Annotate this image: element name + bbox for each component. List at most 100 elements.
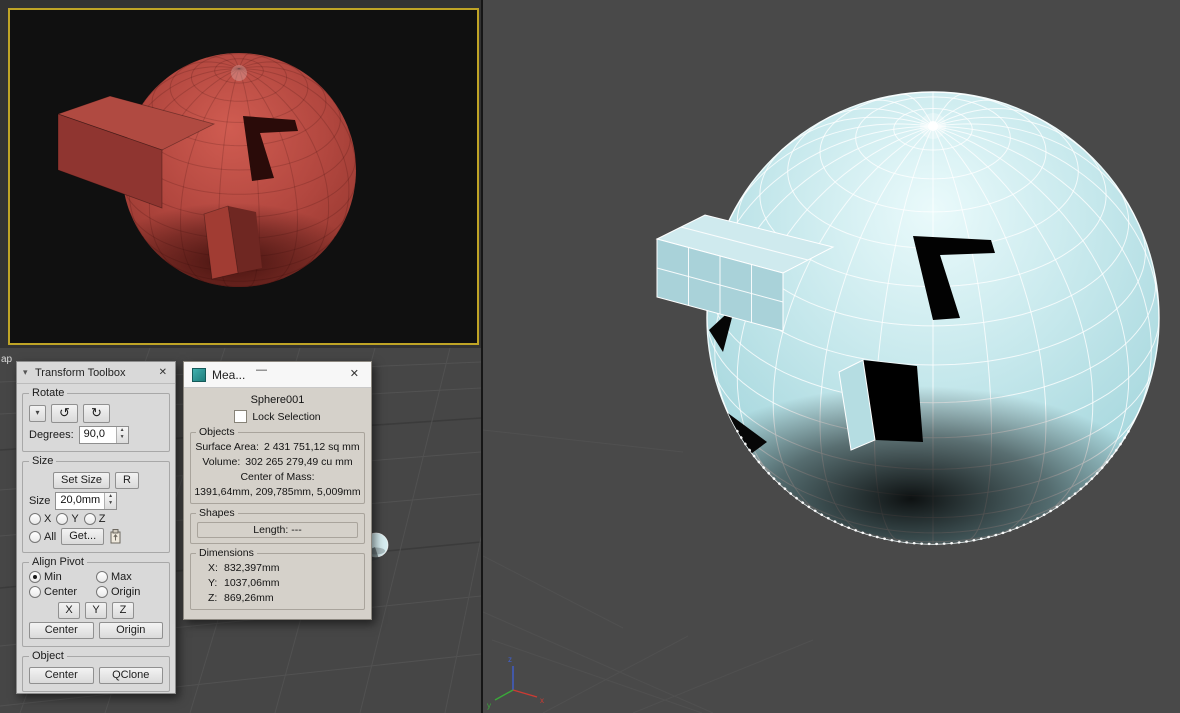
volume-value: 302 265 279,49 cu mm bbox=[245, 456, 353, 468]
radio-icon bbox=[96, 571, 108, 583]
degrees-value: 90,0 bbox=[83, 428, 106, 440]
dimension-y-label: Y: bbox=[208, 577, 218, 589]
set-size-button[interactable]: Set Size bbox=[53, 472, 110, 489]
spin-up-icon[interactable]: ▲ bbox=[105, 493, 116, 500]
radio-all[interactable]: All bbox=[29, 530, 57, 543]
radio-label: Y bbox=[71, 513, 79, 525]
r-button[interactable]: R bbox=[115, 472, 139, 489]
radio-icon bbox=[29, 586, 41, 598]
panel-title: Transform Toolbox bbox=[35, 366, 126, 379]
object-center-button[interactable]: Center bbox=[29, 667, 94, 684]
degrees-label: Degrees: bbox=[29, 429, 74, 441]
objects-label: Objects bbox=[196, 426, 238, 438]
radio-label: Max bbox=[111, 571, 132, 583]
qclone-button[interactable]: QClone bbox=[98, 667, 163, 684]
radio-axis-y[interactable]: Y bbox=[56, 513, 79, 525]
red-sphere-canvas bbox=[56, 52, 357, 288]
dimension-x-label: X: bbox=[208, 562, 218, 574]
measure-titlebar[interactable]: Mea... — ✕ bbox=[184, 362, 371, 388]
center-of-mass-value-row: 1391,64mm, 209,785mm, 5,009mm bbox=[194, 486, 361, 498]
viewport-wireframe[interactable]: z x y bbox=[481, 0, 1180, 713]
axis-gizmo-icon: z x y bbox=[487, 655, 544, 710]
minimize-icon[interactable]: — bbox=[256, 364, 267, 376]
center-of-mass-label-row: Center of Mass: bbox=[240, 471, 315, 483]
wireframe-sphere-canvas: z x y bbox=[483, 91, 1160, 713]
radio-min[interactable]: Min bbox=[29, 571, 96, 583]
object-group: Object Center QClone bbox=[22, 650, 170, 692]
spinner-arrows[interactable]: ▲ ▼ bbox=[104, 493, 117, 509]
radio-icon bbox=[29, 513, 41, 525]
dimension-z-label: Z: bbox=[208, 592, 218, 604]
radio-origin[interactable]: Origin bbox=[96, 586, 163, 598]
radio-icon bbox=[83, 513, 96, 525]
length-row: Length: --- bbox=[197, 522, 358, 538]
size-spinner[interactable]: 20,0mm ▲ ▼ bbox=[55, 492, 118, 510]
dimensions-label: Dimensions bbox=[196, 547, 257, 559]
axis-y-label: y bbox=[487, 701, 491, 710]
close-icon[interactable]: ✕ bbox=[350, 367, 359, 380]
dialog-title: Mea... bbox=[212, 367, 246, 382]
radio-axis-x[interactable]: X bbox=[29, 513, 51, 525]
axis-x-label: x bbox=[540, 696, 544, 705]
radio-label: X bbox=[44, 513, 52, 525]
radio-axis-z[interactable]: Z bbox=[83, 513, 105, 525]
rotate-ccw-button[interactable]: ↺ bbox=[51, 404, 78, 423]
axis-z-label: z bbox=[508, 655, 512, 664]
objects-group: Objects Surface Area: 2 431 751,12 sq mm … bbox=[190, 426, 365, 504]
paste-pivot-icon[interactable] bbox=[109, 529, 122, 544]
dimension-y-value: 1037,06mm bbox=[224, 577, 280, 589]
radio-icon bbox=[96, 586, 108, 598]
application-window: ap z x y ▾ Transform Toolbox ✕ Rotate ▾ … bbox=[0, 0, 1180, 713]
object-name: Sphere001 bbox=[250, 394, 305, 406]
dimension-x-row: X: 832,397mm bbox=[194, 561, 361, 576]
surface-area-value: 2 431 751,12 sq mm bbox=[263, 441, 360, 453]
measure-dialog: Mea... — ✕ Sphere001 Lock Selection Obje… bbox=[183, 361, 372, 620]
dimensions-group: Dimensions X: 832,397mm Y: 1037,06mm Z: 869… bbox=[190, 547, 365, 610]
transform-toolbox-panel: ▾ Transform Toolbox ✕ Rotate ▾ ↺ ↻ Degre… bbox=[16, 361, 176, 694]
dimension-z-value: 869,26mm bbox=[224, 592, 274, 604]
spinner-arrows[interactable]: ▲ ▼ bbox=[115, 427, 128, 443]
lock-selection-checkbox[interactable]: Lock Selection bbox=[184, 410, 371, 423]
checkbox-icon bbox=[234, 410, 248, 423]
spin-up-icon[interactable]: ▲ bbox=[117, 427, 128, 434]
surface-area-label: Surface Area: bbox=[195, 441, 259, 453]
align-pivot-label: Align Pivot bbox=[29, 556, 87, 568]
size-label: Size bbox=[29, 455, 57, 467]
radio-label: Origin bbox=[111, 586, 141, 598]
panel-menu-icon[interactable]: ▾ bbox=[23, 367, 35, 378]
spin-down-icon[interactable]: ▼ bbox=[105, 500, 116, 507]
volume-row: Volume: 302 265 279,49 cu mm bbox=[194, 455, 361, 470]
rotate-label: Rotate bbox=[29, 387, 68, 399]
align-origin-button[interactable]: Origin bbox=[98, 622, 163, 639]
dimension-z-row: Z: 869,26mm bbox=[194, 591, 361, 606]
get-button[interactable]: Get... bbox=[61, 528, 105, 545]
dimension-y-row: Y: 1037,06mm bbox=[194, 576, 361, 591]
align-center-button[interactable]: Center bbox=[29, 622, 94, 639]
size-group: Size Set Size R Size 20,0mm ▲ ▼ X Y Z All… bbox=[22, 455, 170, 553]
volume-label: Volume: bbox=[202, 456, 241, 468]
degrees-spinner[interactable]: 90,0 ▲ ▼ bbox=[78, 426, 129, 444]
align-x-button[interactable]: X bbox=[58, 602, 80, 619]
align-z-button[interactable]: Z bbox=[112, 602, 134, 619]
viewport-shaded[interactable] bbox=[8, 8, 479, 345]
radio-icon bbox=[56, 513, 69, 525]
radio-icon bbox=[29, 571, 41, 583]
align-y-button[interactable]: Y bbox=[85, 602, 107, 619]
rotate-axis-dropdown[interactable]: ▾ bbox=[29, 405, 46, 422]
close-icon[interactable]: ✕ bbox=[157, 367, 169, 378]
surface-area-row: Surface Area: 2 431 751,12 sq mm bbox=[194, 440, 361, 455]
rotate-cw-button[interactable]: ↻ bbox=[83, 404, 110, 423]
size-value: 20,0mm bbox=[60, 494, 101, 506]
radio-label: Min bbox=[44, 571, 62, 583]
shapes-label: Shapes bbox=[196, 507, 238, 519]
radio-max[interactable]: Max bbox=[96, 571, 163, 583]
dimension-x-value: 832,397mm bbox=[224, 562, 280, 574]
measure-dialog-icon bbox=[192, 367, 206, 382]
radio-label: All bbox=[44, 530, 57, 543]
radio-center[interactable]: Center bbox=[29, 586, 96, 598]
transform-toolbox-titlebar[interactable]: ▾ Transform Toolbox ✕ bbox=[17, 362, 175, 384]
rotate-group: Rotate ▾ ↺ ↻ Degrees: 90,0 ▲ ▼ bbox=[22, 387, 170, 452]
spin-down-icon[interactable]: ▼ bbox=[117, 434, 128, 441]
measure-body: Sphere001 Lock Selection Objects Surface… bbox=[184, 394, 371, 610]
object-label: Object bbox=[29, 650, 67, 662]
